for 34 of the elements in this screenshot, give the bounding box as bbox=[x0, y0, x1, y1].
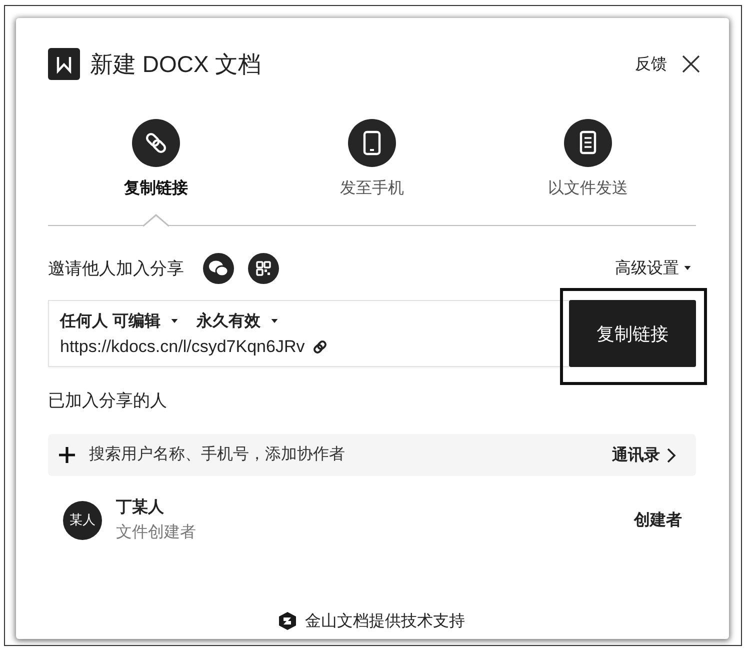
advanced-settings-button[interactable]: 高级设置 bbox=[615, 258, 691, 278]
phone-icon bbox=[348, 119, 396, 167]
chat-bubbles-icon[interactable] bbox=[203, 252, 234, 284]
caret-icon bbox=[684, 266, 691, 270]
expiry-dropdown[interactable]: 永久有效 bbox=[196, 310, 278, 332]
logo-icon bbox=[279, 612, 296, 630]
access-dropdown[interactable]: 任何人 可编辑 bbox=[60, 310, 178, 332]
search-field[interactable]: 搜索用户名称、手机号，添加协作者 bbox=[89, 443, 612, 467]
plus-icon[interactable] bbox=[59, 447, 75, 463]
contacts-button[interactable]: 通讯录 bbox=[612, 444, 676, 466]
qr-code-icon[interactable] bbox=[248, 252, 279, 284]
close-icon[interactable] bbox=[682, 55, 700, 73]
footer-text: 金山文档提供技术支持 bbox=[305, 612, 465, 632]
share-tab[interactable]: 以文件发送 bbox=[480, 119, 696, 226]
member-role: 创建者 bbox=[634, 510, 682, 530]
member-subtitle: 文件创建者 bbox=[116, 524, 196, 541]
dialog-title: 新建 DOCX 文档 bbox=[90, 50, 262, 79]
link-icon bbox=[132, 119, 180, 167]
feedback-link[interactable]: 反馈 bbox=[635, 54, 667, 74]
copy-link-button[interactable]: 复制链接 bbox=[569, 300, 696, 367]
chevron-right-icon bbox=[667, 448, 676, 462]
section-title: 已加入分享的人 bbox=[48, 390, 168, 412]
avatar: 某人 bbox=[63, 500, 102, 540]
logo-icon bbox=[48, 48, 80, 80]
link-url: https://kdocs.cn/l/csyd7Kqn6JRv bbox=[60, 336, 305, 356]
caret-icon bbox=[271, 319, 278, 323]
link-icon[interactable] bbox=[312, 338, 328, 354]
document-icon bbox=[564, 119, 612, 167]
invite-label: 邀请他人加入分享 bbox=[48, 258, 184, 280]
caret-icon bbox=[171, 319, 178, 323]
share-tab[interactable]: 复制链接 bbox=[48, 119, 264, 226]
search-bar[interactable]: 搜索用户名称、手机号，添加协作者 通讯录 bbox=[48, 434, 696, 476]
share-tab[interactable]: 发至手机 bbox=[264, 119, 480, 226]
member-name: 丁某人 bbox=[116, 499, 165, 516]
